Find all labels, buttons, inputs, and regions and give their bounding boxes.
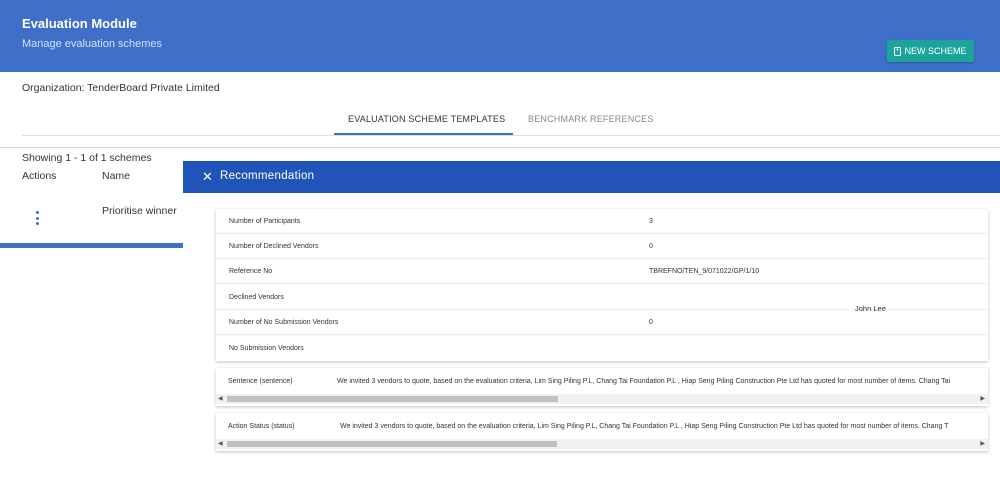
detail-row: Number of Declined Vendors 0 (216, 234, 988, 259)
sentence-card: Sentence (sentence) We invited 3 vendors… (216, 368, 988, 406)
new-scheme-button[interactable]: NEW SCHEME (887, 40, 974, 62)
detail-value: 3 (649, 218, 653, 225)
detail-label: Reference No (229, 268, 273, 275)
action-status-text: We invited 3 vendors to quote, based on … (340, 423, 949, 430)
scroll-right-icon[interactable]: ▶ (980, 395, 985, 402)
detail-label: Number of Participants (229, 218, 301, 225)
page-title: Evaluation Module (22, 16, 137, 31)
scheme-name[interactable]: Prioritise winner (102, 205, 177, 217)
sentence-label: Sentence (sentence) (228, 378, 293, 385)
detail-value: 0 (649, 243, 653, 250)
detail-value: TBREFNO/TEN_9/071022/GP/1/10 (649, 268, 760, 275)
scroll-right-icon[interactable]: ▶ (980, 440, 985, 447)
scrollbar-thumb[interactable] (227, 396, 558, 402)
tab-bar: EVALUATION SCHEME TEMPLATES BENCHMARK RE… (22, 106, 1000, 136)
action-status-card: Action Status (status) We invited 3 vend… (216, 413, 988, 451)
active-tab-indicator (334, 133, 513, 135)
detail-label: No Submission Vendors (229, 345, 304, 352)
scroll-left-icon[interactable]: ◀ (218, 440, 223, 447)
recommendation-panel-header: ✕ Recommendation (183, 161, 1000, 193)
sentence-text: We invited 3 vendors to quote, based on … (337, 378, 951, 385)
detail-row: No Submission Vendors (216, 336, 988, 361)
tab-benchmark-references[interactable]: BENCHMARK REFERENCES (528, 114, 654, 124)
close-icon[interactable]: ✕ (202, 169, 213, 185)
organization-label: Organization: TenderBoard Private Limite… (22, 82, 220, 94)
action-status-label: Action Status (status) (228, 423, 295, 430)
divider (0, 147, 1000, 148)
horizontal-scrollbar[interactable]: ◀ ▶ (216, 394, 988, 404)
detail-row: Reference No TBREFNO/TEN_9/071022/GP/1/1… (216, 259, 988, 284)
detail-label: Declined Vendors (229, 294, 284, 301)
scroll-left-icon[interactable]: ◀ (218, 395, 223, 402)
results-count: Showing 1 - 1 of 1 schemes (22, 152, 152, 164)
more-actions-icon[interactable] (34, 211, 40, 225)
detail-label: Number of No Submission Vendors (229, 319, 339, 326)
recommendation-details: Number of Participants 3 Number of Decli… (216, 209, 988, 361)
tab-evaluation-scheme-templates[interactable]: EVALUATION SCHEME TEMPLATES (348, 114, 505, 124)
panel-title: Recommendation (220, 170, 315, 182)
horizontal-scrollbar[interactable]: ◀ ▶ (216, 439, 988, 449)
assignee-name: John Lee (855, 304, 886, 313)
detail-value: 0 (649, 319, 653, 326)
detail-row: Number of No Submission Vendors 0 (216, 310, 988, 335)
detail-row: Number of Participants 3 (216, 209, 988, 234)
column-header-name: Name (102, 170, 131, 182)
new-document-icon (894, 46, 902, 56)
app-header: Evaluation Module Manage evaluation sche… (0, 0, 1000, 72)
detail-label: Number of Declined Vendors (229, 243, 319, 250)
page-subtitle: Manage evaluation schemes (22, 38, 163, 50)
column-header-actions: Actions (22, 170, 57, 182)
scrollbar-thumb[interactable] (227, 441, 557, 447)
selected-row-indicator (0, 243, 183, 248)
new-scheme-label: NEW SCHEME (904, 46, 967, 56)
